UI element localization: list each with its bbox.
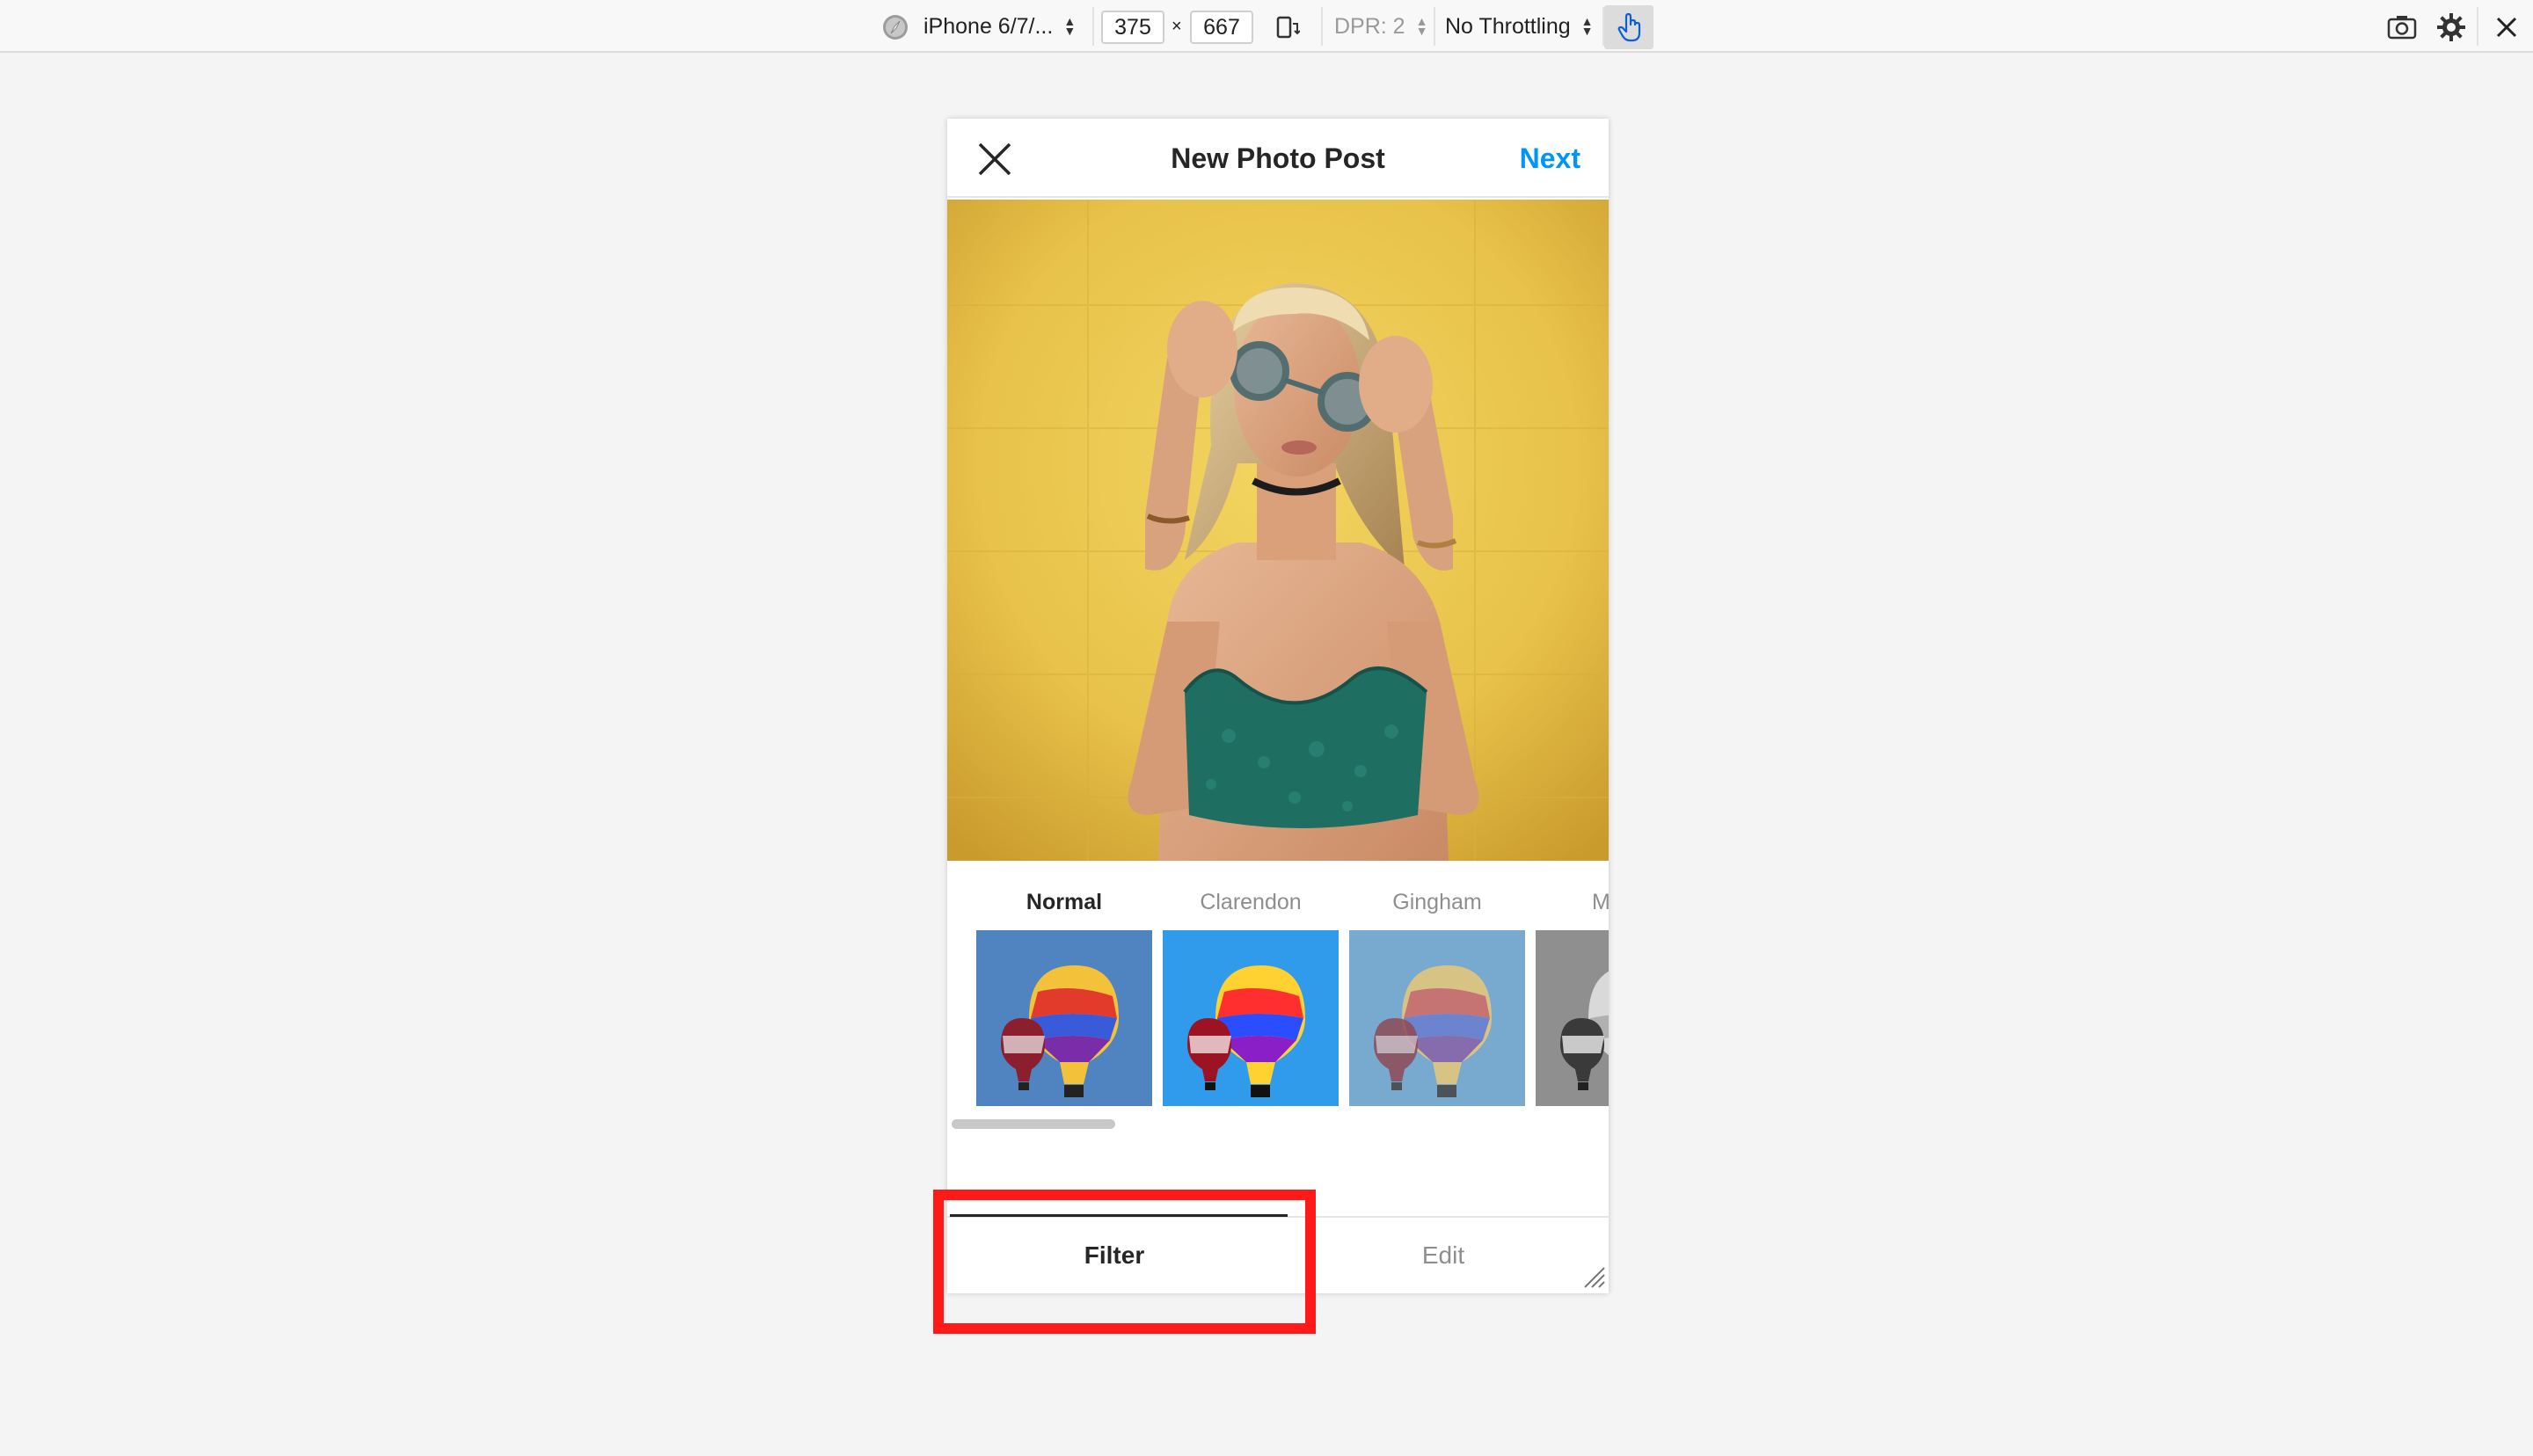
close-icon[interactable] (977, 142, 1012, 177)
dpr-label: DPR: 2 (1334, 13, 1405, 39)
responsive-design-toolbar: iPhone 6/7/... ▲ ▼ 375 × 667 DPR: 2 ▲ ▼ No… (0, 0, 2533, 53)
filter-strip-scrollbar[interactable] (952, 1119, 1115, 1129)
tab-edit[interactable]: Edit (1278, 1218, 1609, 1295)
device-selector-arrows-icon: ▲ ▼ (1063, 14, 1077, 38)
rotate-device-icon[interactable] (1269, 11, 1303, 44)
viewport-width-input[interactable]: 375 (1101, 11, 1164, 44)
camera-icon[interactable] (2385, 11, 2419, 44)
filter-thumb-gingham[interactable] (1349, 930, 1525, 1106)
dimension-times: × (1172, 16, 1182, 36)
dpr-selector-arrows-icon: ▲ ▼ (1415, 14, 1428, 38)
toolbar-separator (1321, 7, 1323, 46)
page-title: New Photo Post (1171, 142, 1385, 174)
device-selector[interactable]: iPhone 6/7/... ▲ ▼ (923, 0, 1076, 53)
post-header: New Photo Post Next (947, 119, 1609, 198)
filter-thumb-normal[interactable] (976, 930, 1152, 1106)
filter-label-normal[interactable]: Normal (976, 888, 1152, 916)
next-button[interactable]: Next (1520, 119, 1580, 198)
throttling-selector[interactable]: No Throttling ▲ ▼ (1445, 0, 1594, 53)
viewport-height-input[interactable]: 667 (1190, 11, 1253, 44)
filter-thumb-partial[interactable] (1536, 930, 1609, 1106)
resize-handle-icon[interactable] (1583, 1266, 1606, 1289)
toolbar-separator (2477, 7, 2478, 46)
gear-icon[interactable] (2434, 11, 2468, 44)
toolbar-separator (1434, 7, 1435, 46)
post-photo (947, 200, 1609, 861)
close-responsive-mode-icon[interactable] (2490, 11, 2523, 44)
toolbar-separator (1092, 7, 1094, 46)
throttling-selector-arrows-icon: ▲ ▼ (1580, 14, 1594, 38)
touch-icon[interactable] (1613, 11, 1646, 44)
highlight-box (933, 1190, 1316, 1334)
device-name: iPhone 6/7/... (923, 13, 1054, 39)
filter-label-clarendon[interactable]: Clarendon (1163, 888, 1339, 916)
dpr-selector[interactable]: DPR: 2 ▲ ▼ (1334, 0, 1427, 53)
filter-label-gingham[interactable]: Gingham (1349, 888, 1525, 916)
filter-label-partial[interactable]: M (1592, 888, 1609, 916)
throttling-label: No Throttling (1445, 13, 1571, 39)
compass-icon (879, 11, 912, 44)
mobile-viewport: New Photo Post Next (947, 119, 1609, 1293)
filter-thumb-clarendon[interactable] (1163, 930, 1339, 1106)
